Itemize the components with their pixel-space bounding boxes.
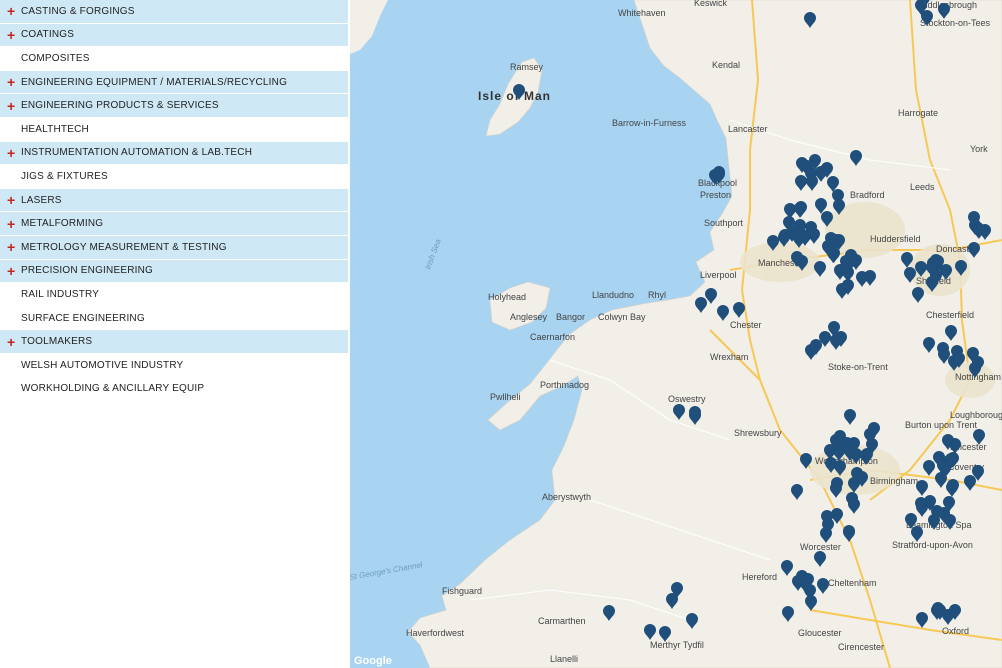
place-label: Harrogate — [898, 108, 938, 118]
category-label: WORKHOLDING & ANCILLARY EQUIP — [21, 383, 205, 395]
category-label: METROLOGY MEASUREMENT & TESTING — [21, 241, 227, 253]
place-label: Rhyl — [648, 290, 666, 300]
place-label: Aberystwyth — [542, 492, 591, 502]
place-label: Bradford — [850, 190, 885, 200]
expand-plus-icon[interactable]: + — [7, 4, 21, 18]
category-item[interactable]: + LASERS — [0, 188, 348, 212]
place-label: Merthyr Tydfil — [650, 640, 704, 650]
place-label: Stratford-upon-Avon — [892, 540, 973, 550]
category-label: CASTING & FORGINGS — [21, 5, 135, 17]
place-label: Ramsey — [510, 62, 544, 72]
place-label: Loughborough — [950, 410, 1002, 420]
expand-plus-icon[interactable]: + — [7, 193, 21, 207]
place-label: York — [970, 144, 988, 154]
category-item[interactable]: + ENGINEERING EQUIPMENT / MATERIALS/RECYC… — [0, 70, 348, 94]
category-label: WELSH AUTOMOTIVE INDUSTRY — [21, 359, 184, 371]
category-item[interactable]: + METALFORMING — [0, 212, 348, 235]
category-item[interactable]: + CASTING & FORGINGS — [0, 0, 348, 23]
place-label: Pwllheli — [490, 392, 521, 402]
expand-plus-icon[interactable]: + — [7, 99, 21, 113]
place-label: Worcester — [800, 542, 841, 552]
place-label: Huddersfield — [870, 234, 921, 244]
place-label: Porthmadog — [540, 380, 589, 390]
expand-plus-icon[interactable]: + — [7, 75, 21, 89]
place-label: Fishguard — [442, 586, 482, 596]
place-label: Caernarfon — [530, 332, 575, 342]
place-label: Whitehaven — [618, 8, 666, 18]
category-label: ENGINEERING PRODUCTS & SERVICES — [21, 100, 219, 112]
place-label: Kendal — [712, 60, 740, 70]
place-label: Birmingham — [870, 476, 918, 486]
place-label: Carmarthen — [538, 616, 586, 626]
category-label: LASERS — [21, 194, 62, 206]
category-item[interactable]: + INSTRUMENTATION AUTOMATION & LAB.TECH — [0, 141, 348, 165]
place-label: Colwyn Bay — [598, 312, 646, 322]
place-label: Barrow-in-Furness — [612, 118, 687, 128]
category-sidebar: +CASTING & FORGINGS+COATINGS+COMPOSITES+… — [0, 0, 348, 668]
map-canvas[interactable]: Irish Sea St George's Channel Isle of Ma… — [350, 0, 1002, 668]
expand-plus-icon[interactable]: + — [7, 240, 21, 254]
expand-plus-icon[interactable]: + — [7, 264, 21, 278]
category-item[interactable]: + METROLOGY MEASUREMENT & TESTING — [0, 235, 348, 259]
category-item[interactable]: +SURFACE ENGINEERING — [0, 306, 348, 330]
category-item[interactable]: + PRECISION ENGINEERING — [0, 259, 348, 283]
place-label: Burton upon Trent — [905, 420, 978, 430]
place-label: Chester — [730, 320, 762, 330]
place-label: Cheltenham — [828, 578, 877, 588]
category-label: INSTRUMENTATION AUTOMATION & LAB.TECH — [21, 147, 253, 159]
place-label: Gloucester — [798, 628, 842, 638]
place-label: Keswick — [694, 0, 728, 8]
category-item[interactable]: +WORKHOLDING & ANCILLARY EQUIP — [0, 377, 348, 401]
category-label: SURFACE ENGINEERING — [21, 312, 145, 324]
expand-plus-icon[interactable]: + — [7, 146, 21, 160]
place-label: Haverfordwest — [406, 628, 465, 638]
place-label: Bangor — [556, 312, 585, 322]
category-label: PRECISION ENGINEERING — [21, 265, 153, 277]
place-label: Lancaster — [728, 124, 768, 134]
category-item[interactable]: +WELSH AUTOMOTIVE INDUSTRY — [0, 353, 348, 377]
map-view[interactable]: Irish Sea St George's Channel Isle of Ma… — [350, 0, 1002, 668]
expand-plus-icon[interactable]: + — [7, 335, 21, 349]
place-label: Preston — [700, 190, 731, 200]
place-label: Llanelli — [550, 654, 578, 664]
place-label: Shrewsbury — [734, 428, 782, 438]
place-label: Oxford — [942, 626, 969, 636]
category-label: COATINGS — [21, 29, 75, 41]
category-item[interactable]: +HEALTHTECH — [0, 117, 348, 141]
category-item[interactable]: +COMPOSITES — [0, 47, 348, 70]
google-logo: Google — [354, 655, 392, 667]
place-label: Liverpool — [700, 270, 737, 280]
category-item[interactable]: +RAIL INDUSTRY — [0, 283, 348, 306]
category-item[interactable]: +JIGS & FIXTURES — [0, 165, 348, 188]
place-label: Stoke-on-Trent — [828, 362, 888, 372]
category-label: HEALTHTECH — [21, 123, 89, 135]
place-label: Anglesey — [510, 312, 548, 322]
place-label: Llandudno — [592, 290, 634, 300]
category-label: RAIL INDUSTRY — [21, 288, 100, 300]
place-label: Wrexham — [710, 352, 748, 362]
place-label: Oswestry — [668, 394, 706, 404]
place-label: Chesterfield — [926, 310, 974, 320]
place-label: Leeds — [910, 182, 935, 192]
place-label: Holyhead — [488, 292, 526, 302]
category-label: TOOLMAKERS — [21, 336, 93, 348]
category-item[interactable]: + TOOLMAKERS — [0, 330, 348, 353]
category-label: JIGS & FIXTURES — [21, 170, 108, 182]
expand-plus-icon[interactable]: + — [7, 28, 21, 42]
expand-plus-icon[interactable]: + — [7, 217, 21, 231]
category-item[interactable]: + COATINGS — [0, 23, 348, 47]
place-label: Southport — [704, 218, 744, 228]
category-label: ENGINEERING EQUIPMENT / MATERIALS/RECYCL… — [21, 76, 288, 88]
place-label: Cirencester — [838, 642, 884, 652]
category-label: METALFORMING — [21, 218, 104, 230]
place-label: Hereford — [742, 572, 777, 582]
category-label: COMPOSITES — [21, 52, 90, 64]
category-item[interactable]: + ENGINEERING PRODUCTS & SERVICES — [0, 94, 348, 117]
